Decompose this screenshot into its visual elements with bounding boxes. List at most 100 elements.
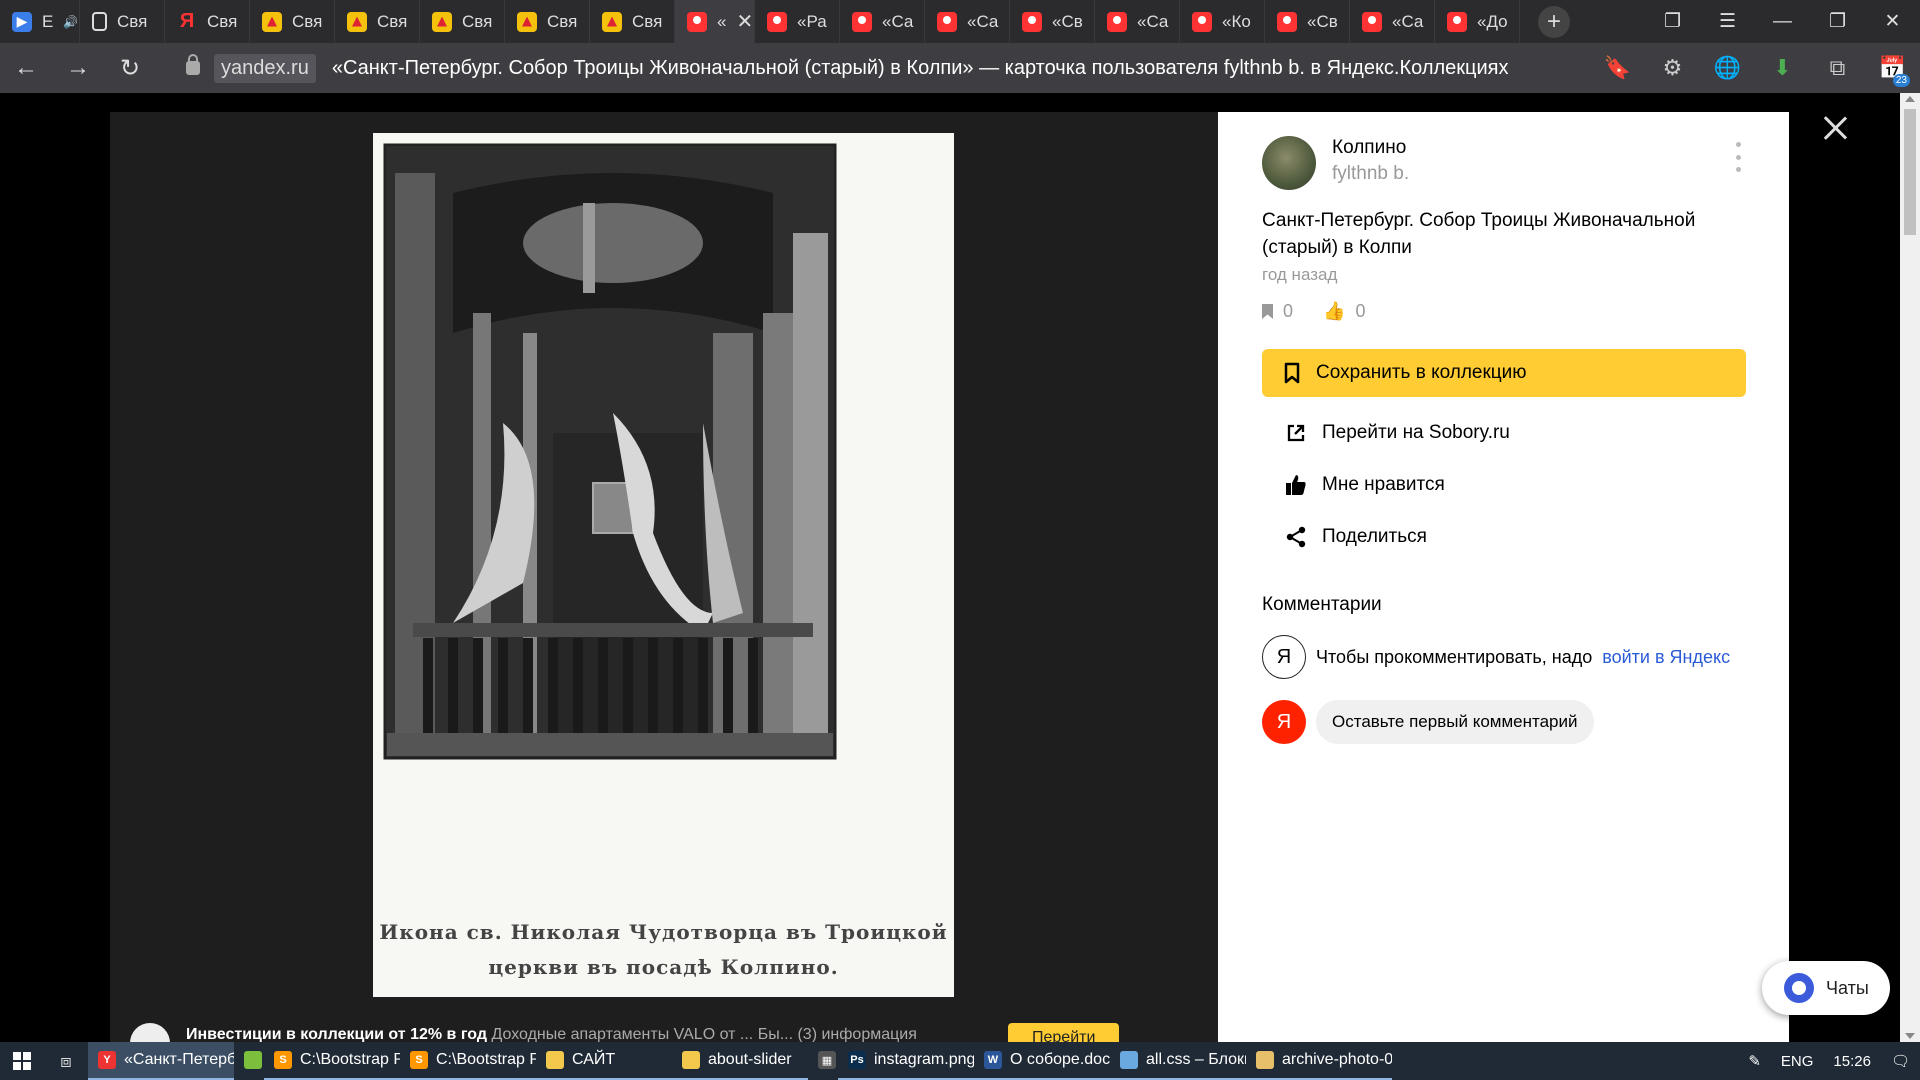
collections-icon — [1277, 11, 1297, 32]
browser-tab[interactable]: Свя — [505, 0, 590, 43]
browser-tab-strip: ▶ E 🔊 Свя Я Свя Свя Свя Свя Свя Свя «✕ «Ра «Са «Са «Св «… — [0, 0, 1920, 43]
taskbar-app-label: C:\Bootstrap Proj... — [436, 1051, 536, 1068]
browser-tab[interactable]: «Ра — [755, 0, 840, 43]
taskbar-app[interactable]: about-slider — [672, 1042, 808, 1080]
browser-tab[interactable]: Свя — [420, 0, 505, 43]
card-timestamp: год назад — [1262, 265, 1338, 284]
close-window-button[interactable]: ✕ — [1865, 0, 1920, 43]
collection-user[interactable]: fylthnb b. — [1332, 163, 1409, 185]
calculator-icon: ▦ — [818, 1051, 836, 1069]
address-domain[interactable]: yandex.ru — [214, 53, 316, 83]
language-indicator[interactable]: ENG — [1771, 1053, 1824, 1070]
close-tab-icon[interactable]: ✕ — [736, 9, 753, 34]
taskbar-app[interactable]: archive-photo-02... — [1246, 1042, 1392, 1080]
collections-icon — [1107, 11, 1127, 32]
yandex-maps-icon — [262, 11, 282, 32]
browser-tab[interactable]: «Са — [925, 0, 1010, 43]
taskbar-app[interactable]: Ps instagram.png @... — [838, 1042, 974, 1080]
collection-avatar[interactable] — [1262, 136, 1316, 190]
tab-label: «До — [1477, 11, 1508, 31]
tab-label: «Са — [882, 11, 914, 31]
tab-manager-icon[interactable]: ❐ — [1645, 0, 1700, 43]
taskbar-app[interactable] — [234, 1042, 264, 1080]
taskbar-app[interactable]: all.css – Блокнот — [1110, 1042, 1246, 1080]
taskbar-app-label: «Санкт-Петербу... — [124, 1051, 234, 1068]
windows-taskbar: ⧈ Y «Санкт-Петербу... S C:\Bootstrap Proj..… — [0, 1042, 1920, 1080]
reload-button[interactable]: ↻ — [104, 43, 156, 93]
address-page-title[interactable]: «Санкт-Петербург. Собор Троицы Живоначал… — [332, 57, 1509, 80]
windows-logo-icon — [13, 1052, 31, 1070]
first-comment-input[interactable]: Оставьте первый комментарий — [1316, 700, 1594, 744]
taskbar-app[interactable]: Y «Санкт-Петербу... — [88, 1042, 234, 1080]
like-button[interactable]: Мне нравится — [1284, 473, 1445, 497]
browser-tab[interactable]: «Са — [1095, 0, 1180, 43]
chats-button[interactable]: Чаты — [1762, 961, 1890, 1015]
word-icon: W — [984, 1051, 1002, 1069]
first-comment-row: Я Оставьте первый комментарий — [1262, 700, 1594, 744]
restore-button[interactable]: ❐ — [1810, 0, 1865, 43]
forward-button[interactable]: → — [52, 43, 104, 93]
protect-icon[interactable]: ⚙ — [1645, 43, 1700, 93]
globe-icon[interactable]: 🌐 — [1700, 43, 1755, 93]
browser-tab[interactable]: Свя — [590, 0, 675, 43]
minimize-button[interactable]: — — [1755, 0, 1810, 43]
browser-tab[interactable]: ▶ E 🔊 — [0, 0, 80, 43]
download-icon[interactable]: ⬇ — [1755, 43, 1810, 93]
taskbar-app[interactable]: САЙТ — [536, 1042, 672, 1080]
ad-go-button[interactable]: Перейти — [1008, 1023, 1120, 1042]
scrollbar-thumb[interactable] — [1904, 109, 1916, 235]
taskbar-app[interactable]: S C:\Bootstrap Proj... — [264, 1042, 400, 1080]
close-viewer-icon[interactable] — [1820, 113, 1850, 143]
taskbar-app[interactable]: S C:\Bootstrap Proj... — [400, 1042, 536, 1080]
browser-tab[interactable]: «✕ — [675, 0, 755, 43]
taskbar-app[interactable]: W О соборе.docx - ... — [974, 1042, 1110, 1080]
notifications-icon[interactable]: 🗨 — [1881, 1052, 1920, 1070]
share-button[interactable]: Поделиться — [1284, 525, 1427, 549]
browser-tab[interactable]: «Са — [1350, 0, 1435, 43]
image-viewer: Икона св. Николая Чудотворца въ Троицкой… — [110, 112, 1218, 1042]
tab-label: Свя — [632, 11, 663, 31]
collections-icon — [1362, 11, 1382, 32]
open-source-link[interactable]: Перейти на Sobory.ru — [1284, 421, 1510, 445]
caption-line-2: церкви въ посадѣ Колпино. — [488, 955, 839, 979]
pen-icon[interactable]: ✎ — [1738, 1052, 1771, 1070]
scroll-down-icon[interactable] — [1905, 1033, 1915, 1039]
login-link[interactable]: войти в Яндекс — [1602, 647, 1730, 668]
tab-label: «Ко — [1222, 11, 1251, 31]
save-to-collection-button[interactable]: Сохранить в коллекцию — [1262, 349, 1746, 397]
taskbar-app-label: instagram.png @... — [874, 1051, 974, 1068]
audio-playing-icon[interactable]: 🔊 — [63, 15, 78, 29]
clock[interactable]: 15:26 — [1823, 1053, 1881, 1070]
scroll-up-icon[interactable] — [1905, 96, 1915, 102]
taskbar-app[interactable]: ▦ — [808, 1042, 838, 1080]
browser-tab[interactable]: Свя — [335, 0, 420, 43]
save-button-label: Сохранить в коллекцию — [1316, 362, 1527, 383]
menu-icon[interactable]: ☰ — [1700, 0, 1755, 43]
more-menu-icon[interactable] — [1734, 142, 1742, 172]
browser-tab[interactable]: «Ко — [1180, 0, 1265, 43]
extensions-icon[interactable]: 📅 23 — [1865, 43, 1920, 93]
ad-text[interactable]: Инвестиции в коллекции от 12% в год Дохо… — [186, 1026, 917, 1042]
share-icon — [1284, 525, 1308, 549]
new-tab-button[interactable]: + — [1538, 5, 1570, 38]
collection-name[interactable]: Колпино — [1332, 137, 1406, 159]
start-button[interactable] — [0, 1042, 44, 1080]
browser-tab[interactable]: «Св — [1010, 0, 1095, 43]
lock-icon[interactable] — [186, 54, 200, 75]
browser-tab[interactable]: «До — [1435, 0, 1520, 43]
browser-tab[interactable]: «Са — [840, 0, 925, 43]
notepad-plus-icon — [244, 1051, 262, 1069]
yandex-maps-icon — [347, 11, 367, 32]
page-scrollbar[interactable] — [1900, 93, 1920, 1042]
open-source-label: Перейти на Sobory.ru — [1322, 422, 1510, 443]
bookmark-page-icon[interactable]: 🔖 — [1590, 43, 1645, 93]
window-controls: ❐ ☰ — ❐ ✕ — [1645, 0, 1920, 43]
archive-photo[interactable]: Икона св. Николая Чудотворца въ Троицкой… — [373, 133, 954, 997]
browser-tab[interactable]: Свя — [250, 0, 335, 43]
browser-tab[interactable]: Свя — [80, 0, 165, 43]
translate-icon[interactable]: ⧉ — [1810, 43, 1865, 93]
browser-tab[interactable]: «Св — [1265, 0, 1350, 43]
task-view-icon[interactable]: ⧈ — [44, 1051, 88, 1072]
browser-tab[interactable]: Я Свя — [165, 0, 250, 43]
back-button[interactable]: ← — [0, 43, 52, 93]
